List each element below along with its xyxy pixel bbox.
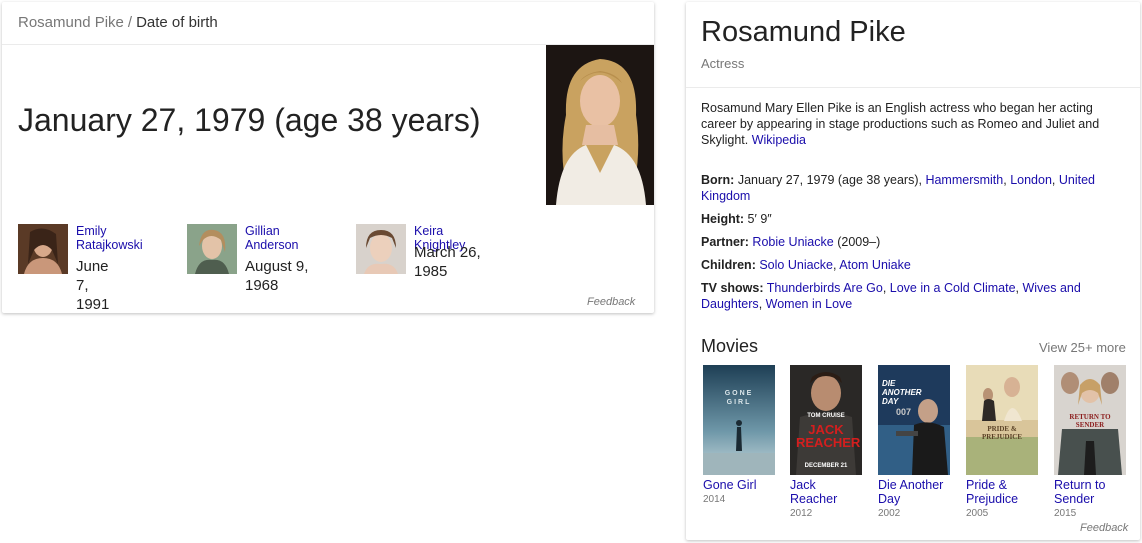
person-thumbnail[interactable]: [18, 224, 68, 274]
movie-title-link[interactable]: Jack Reacher: [790, 478, 866, 506]
movie-poster[interactable]: PRIDE & PREJUDICE: [966, 365, 1038, 475]
child-link[interactable]: Atom Uniake: [839, 258, 911, 272]
breadcrumb-separator: /: [127, 14, 133, 31]
kp-description: Rosamund Mary Ellen Pike is an English a…: [701, 100, 1126, 148]
movie-year: 2015: [1054, 508, 1077, 519]
movie-poster[interactable]: RETURN TO SENDER: [1054, 365, 1126, 475]
fact-value: January 27, 1979 (age 38 years),: [737, 173, 922, 187]
person-name-link[interactable]: Gillian Anderson: [245, 224, 299, 252]
movie-title-link[interactable]: Pride & Prejudice: [966, 478, 1042, 506]
fact-height: Height: 5′ 9″: [701, 211, 1126, 227]
movie-year: 2002: [878, 508, 901, 519]
movie-gone-girl[interactable]: GONE GIRL Gone Girl 2014: [703, 365, 779, 505]
movie-return-to-sender[interactable]: RETURN TO SENDER Return to Sender 2015: [1054, 365, 1130, 519]
movie-year: 2012: [790, 508, 813, 519]
movie-jack-reacher[interactable]: TOM CRUISE JACK REACHER DECEMBER 21 Jack…: [790, 365, 866, 519]
partner-link[interactable]: Robie Uniacke: [752, 235, 833, 249]
movie-title-link[interactable]: Return to Sender: [1054, 478, 1130, 506]
fact-label: Children:: [701, 258, 756, 272]
tv-show-link[interactable]: Love in a Cold Climate: [890, 281, 1016, 295]
knowledge-panel: Rosamund Pike Actress Rosamund Mary Elle…: [686, 2, 1140, 540]
poster-text: 007: [896, 407, 912, 417]
feedback-link[interactable]: Feedback: [1080, 522, 1128, 534]
divider: [686, 87, 1140, 88]
child-link[interactable]: Solo Uniacke: [759, 258, 833, 272]
fact-tv-shows: TV shows: Thunderbirds Are Go, Love in a…: [701, 281, 1081, 311]
person-birth-date: March 26, 1985: [414, 244, 481, 280]
fact-label: Partner:: [701, 235, 749, 249]
fact-born: Born: January 27, 1979 (age 38 years), H…: [701, 173, 1096, 203]
fact-value: 5′ 9″: [747, 212, 772, 226]
fact-label: Height:: [701, 212, 745, 226]
poster-text: TOM CRUISE: [807, 413, 845, 419]
kp-title: Rosamund Pike: [701, 16, 906, 48]
poster-text: JACK REACHER: [796, 422, 861, 450]
person-birth-date: June 7, 1991: [76, 258, 110, 313]
movie-year: 2005: [966, 508, 989, 519]
movie-poster[interactable]: GONE GIRL: [703, 365, 775, 475]
movie-poster[interactable]: DIE ANOTHER DAY 007: [878, 365, 950, 475]
tv-show-link[interactable]: Thunderbirds Are Go: [767, 281, 883, 295]
movie-pride-and-prejudice[interactable]: PRIDE & PREJUDICE Pride & Prejudice 2005: [966, 365, 1042, 519]
movie-die-another-day[interactable]: DIE ANOTHER DAY 007 Die Another Day 2002: [878, 365, 954, 519]
view-more-link[interactable]: View 25+ more: [1039, 340, 1126, 355]
movie-title-link[interactable]: Gone Girl: [703, 478, 779, 492]
person-thumbnail[interactable]: [356, 224, 406, 274]
fact-partner: Partner: Robie Uniacke (2009–): [701, 234, 1126, 250]
born-place-link[interactable]: London: [1010, 173, 1052, 187]
person-name-link[interactable]: Emily Ratajkowski: [76, 224, 143, 252]
poster-text: RETURN TO SENDER: [1069, 413, 1111, 429]
fact-label: TV shows:: [701, 281, 764, 295]
answer-date: January 27, 1979 (age 38 years): [18, 102, 481, 138]
movies-heading: Movies: [701, 336, 759, 356]
breadcrumb: Rosamund Pike / Date of birth: [2, 2, 654, 45]
born-place-link[interactable]: Hammersmith: [925, 173, 1003, 187]
date-of-birth-card: Rosamund Pike / Date of birth January 27, …: [2, 2, 654, 313]
movie-year: 2014: [703, 494, 726, 505]
wikipedia-link[interactable]: Wikipedia: [752, 133, 806, 147]
breadcrumb-current: Date of birth: [136, 14, 218, 31]
fact-value: (2009–): [837, 235, 881, 249]
fact-children: Children: Solo Uniacke, Atom Uniake: [701, 258, 911, 272]
tv-show-link[interactable]: Women in Love: [766, 297, 853, 311]
person-thumbnail[interactable]: [187, 224, 237, 274]
kp-subtitle: Actress: [701, 56, 745, 71]
breadcrumb-parent-link[interactable]: Rosamund Pike: [18, 14, 124, 31]
poster-text: GONE GIRL: [724, 390, 754, 406]
person-birth-date: August 9, 1968: [245, 258, 309, 294]
rosamund-pike-photo[interactable]: [546, 45, 654, 205]
poster-text: DECEMBER 21: [804, 463, 848, 469]
movie-poster[interactable]: TOM CRUISE JACK REACHER DECEMBER 21: [790, 365, 862, 475]
poster-text: PRIDE & PREJUDICE: [981, 425, 1023, 441]
movie-title-link[interactable]: Die Another Day: [878, 478, 954, 506]
poster-text: DIE ANOTHER DAY: [882, 379, 922, 406]
kp-facts: Born: January 27, 1979 (age 38 years), H…: [701, 172, 1126, 319]
fact-label: Born:: [701, 173, 735, 187]
feedback-link[interactable]: Feedback: [587, 296, 635, 308]
